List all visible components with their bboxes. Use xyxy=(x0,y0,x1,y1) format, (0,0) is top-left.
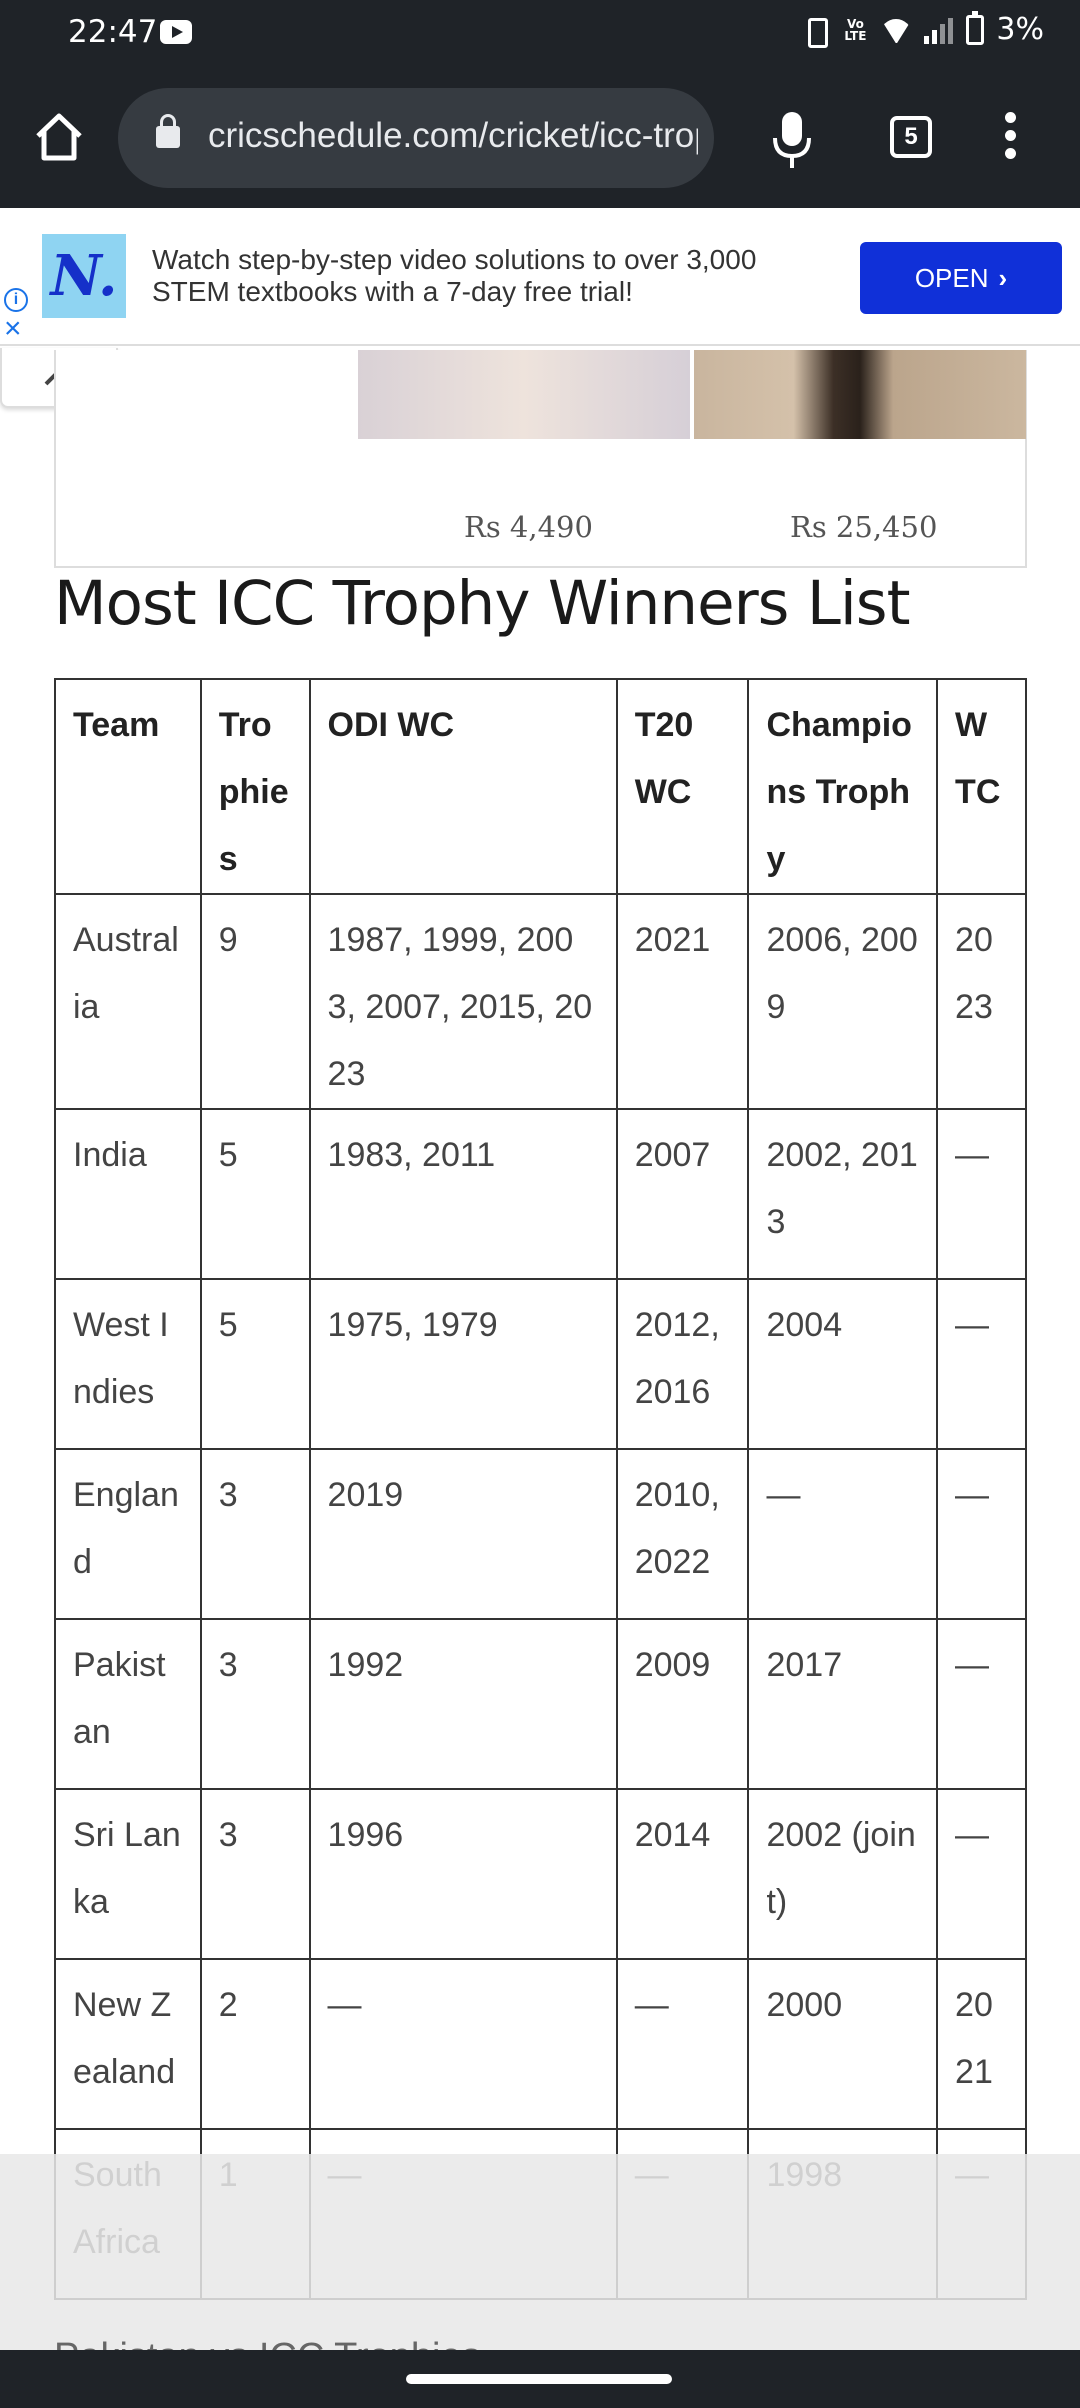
table-cell: 2014 xyxy=(615,1788,750,1960)
table-cell: 2 xyxy=(199,1958,311,2130)
table-cell: 2006, 2009 xyxy=(747,893,939,1110)
trophy-table: Team Trophies ODI WC T20 WC Champions Tr… xyxy=(54,678,1027,2300)
table-cell: 2000 xyxy=(747,1958,939,2130)
table-row: Sri Lanka 3 1996 2014 2002 (joint) — xyxy=(54,1788,1027,1960)
tabs-icon[interactable]: 5 xyxy=(890,116,932,158)
table-cell: — xyxy=(936,1448,1027,1620)
ad-open-label: OPEN xyxy=(914,262,989,293)
table-cell: 1987, 1999, 2003, 2007, 2015, 2023 xyxy=(308,893,618,1110)
table-cell: 3 xyxy=(199,1788,311,1960)
product-image[interactable] xyxy=(358,350,690,439)
home-gesture-handle[interactable] xyxy=(406,2374,672,2384)
table-header: Team xyxy=(54,678,202,895)
table-body: Australia 9 1987, 1999, 2003, 2007, 2015, … xyxy=(54,893,1027,2300)
battery-icon xyxy=(966,10,985,45)
url-bar[interactable]: cricschedule.com/cricket/icc-trophy xyxy=(118,88,714,188)
ad-logo: N. xyxy=(42,234,126,318)
vibrate-icon xyxy=(800,16,830,48)
close-icon[interactable]: × xyxy=(4,314,22,344)
table-cell: 2004 xyxy=(747,1278,939,1450)
lock-icon xyxy=(156,114,180,148)
product-price[interactable]: Rs 4,490 xyxy=(464,510,593,544)
signal-icon xyxy=(924,16,954,44)
table-cell: — xyxy=(308,1958,618,2130)
table-cell: — xyxy=(936,1618,1027,1790)
table-row: Pakistan 3 1992 2009 2017— xyxy=(54,1618,1027,1790)
wifi-icon xyxy=(880,17,912,43)
table-row: Australia 9 1987, 1999, 2003, 2007, 2015, … xyxy=(54,893,1027,1110)
table-cell: England xyxy=(54,1448,202,1620)
table-cell: 2002, 2013 xyxy=(747,1108,939,1280)
more-vert-icon[interactable] xyxy=(1000,108,1020,168)
table-header: Trophies xyxy=(199,678,311,895)
mic-icon[interactable] xyxy=(770,110,814,170)
ad-banner[interactable]: N. Watch step-by-step video solutions to… xyxy=(0,208,1080,346)
table-cell: 3 xyxy=(199,1618,311,1790)
table-row: India 5 1983, 2011 2007 2002, 2013— xyxy=(54,1108,1027,1280)
table-cell: 2017 xyxy=(747,1618,939,1790)
table-header: ODI WC xyxy=(308,678,618,895)
table-cell: 2023 xyxy=(936,893,1027,1110)
table-cell: 5 xyxy=(199,1278,311,1450)
table-cell: 1992 xyxy=(308,1618,618,1790)
table-cell: — xyxy=(747,1448,939,1620)
table-cell: 2010, 2022 xyxy=(615,1448,750,1620)
table-cell: 2012, 2016 xyxy=(615,1278,750,1450)
chevron-right-icon: › xyxy=(998,262,1008,293)
table-cell: 2021 xyxy=(936,1958,1027,2130)
volte-icon: Vo LTE xyxy=(844,16,867,43)
article-heading: Most ICC Trophy Winners List xyxy=(54,568,910,639)
table-cell: Sri Lanka xyxy=(54,1788,202,1960)
table-header-row: Team Trophies ODI WC T20 WC Champions Tr… xyxy=(54,678,1027,895)
table-cell: India xyxy=(54,1108,202,1280)
table-cell: — xyxy=(936,1278,1027,1450)
gesture-nav-bar xyxy=(0,2350,1080,2408)
table-cell: 1975, 1979 xyxy=(308,1278,618,1450)
youtube-icon xyxy=(160,20,192,44)
table-cell: 2021 xyxy=(615,893,750,1110)
table-cell: Australia xyxy=(54,893,202,1110)
status-icons: Vo LTE 3% xyxy=(800,10,1044,48)
table-cell: 1983, 2011 xyxy=(308,1108,618,1280)
table-cell: 2007 xyxy=(615,1108,750,1280)
fade-overlay xyxy=(0,2154,1080,2350)
status-bar: 22:47 Vo LTE 3% xyxy=(0,0,1080,68)
table-cell: 2009 xyxy=(615,1618,750,1790)
table-cell: 2019 xyxy=(308,1448,618,1620)
table-cell: — xyxy=(615,1958,750,2130)
table-cell: — xyxy=(936,1788,1027,1960)
table-cell: 9 xyxy=(199,893,311,1110)
table-row: West Indies 5 1975, 1979 2012, 2016 2004— xyxy=(54,1278,1027,1450)
table-cell: 3 xyxy=(199,1448,311,1620)
table-header: Champions Trophy xyxy=(747,678,939,895)
home-icon[interactable] xyxy=(30,108,88,166)
info-icon[interactable]: i xyxy=(4,288,28,312)
table-cell: 5 xyxy=(199,1108,311,1280)
table-cell: 2002 (joint) xyxy=(747,1788,939,1960)
product-image[interactable] xyxy=(694,350,1026,439)
url-text[interactable]: cricschedule.com/cricket/icc-trophy xyxy=(208,116,698,156)
table-cell: New Zealand xyxy=(54,1958,202,2130)
table-header: WTC xyxy=(936,678,1027,895)
table-header: T20 WC xyxy=(615,678,750,895)
ad-open-button[interactable]: OPEN › xyxy=(860,242,1062,314)
table-cell: West Indies xyxy=(54,1278,202,1450)
table-cell: Pakistan xyxy=(54,1618,202,1790)
table-row: England 3 2019 2010, 2022— — xyxy=(54,1448,1027,1620)
product-price[interactable]: Rs 25,450 xyxy=(790,510,937,544)
table-cell: — xyxy=(936,1108,1027,1280)
product-ad[interactable]: Rs 4,490 Rs 25,450 xyxy=(54,350,1027,568)
table-row: New Zealand 2— —2000 2021 xyxy=(54,1958,1027,2130)
ad-text[interactable]: Watch step-by-step video solutions to ov… xyxy=(152,244,792,308)
status-time: 22:47 xyxy=(68,14,158,50)
browser-toolbar: cricschedule.com/cricket/icc-trophy 5 xyxy=(0,68,1080,208)
battery-percent: 3% xyxy=(996,12,1044,47)
table-cell: 1996 xyxy=(308,1788,618,1960)
